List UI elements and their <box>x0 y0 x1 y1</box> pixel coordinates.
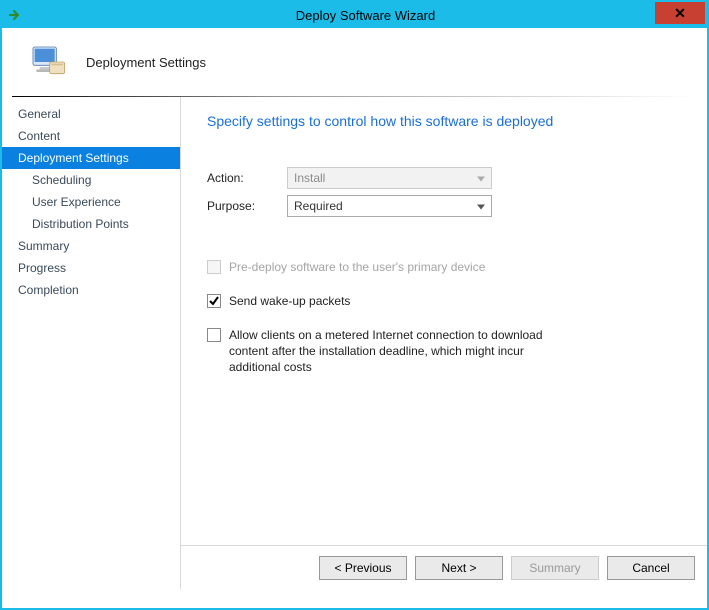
sidebar-item-deployment-settings[interactable]: Deployment Settings <box>2 147 180 169</box>
action-value: Install <box>294 171 325 185</box>
metered-checkbox[interactable] <box>207 328 221 342</box>
window-title: Deploy Software Wizard <box>24 8 707 23</box>
close-icon: ✕ <box>674 5 686 22</box>
computer-icon <box>28 42 68 82</box>
wizard-sidebar: GeneralContentDeployment SettingsSchedul… <box>2 97 180 589</box>
sidebar-item-summary[interactable]: Summary <box>2 235 180 257</box>
summary-button: Summary <box>511 556 599 580</box>
main-panel: Specify settings to control how this sof… <box>180 97 707 589</box>
wakeup-checkbox[interactable] <box>207 294 221 308</box>
purpose-dropdown[interactable]: Required <box>287 195 492 217</box>
sidebar-item-scheduling[interactable]: Scheduling <box>2 169 180 191</box>
purpose-label: Purpose: <box>207 199 287 213</box>
cancel-button[interactable]: Cancel <box>607 556 695 580</box>
metered-row: Allow clients on a metered Internet conn… <box>207 327 687 375</box>
action-label: Action: <box>207 171 287 185</box>
titlebar: Deploy Software Wizard ✕ <box>2 2 707 28</box>
action-dropdown: Install <box>287 167 492 189</box>
sidebar-item-distribution-points[interactable]: Distribution Points <box>2 213 180 235</box>
predeploy-row: Pre-deploy software to the user's primar… <box>207 259 687 275</box>
metered-label: Allow clients on a metered Internet conn… <box>229 327 569 375</box>
wakeup-row: Send wake-up packets <box>207 293 687 309</box>
wizard-arrow-icon <box>8 7 24 23</box>
page-title: Specify settings to control how this sof… <box>207 113 687 129</box>
purpose-row: Purpose: Required <box>207 195 687 217</box>
wakeup-label: Send wake-up packets <box>229 293 350 309</box>
header-title: Deployment Settings <box>86 55 206 70</box>
action-row: Action: Install <box>207 167 687 189</box>
sidebar-item-content[interactable]: Content <box>2 125 180 147</box>
wizard-header: Deployment Settings <box>2 28 707 96</box>
button-bar: < Previous Next > Summary Cancel <box>181 545 707 589</box>
next-button[interactable]: Next > <box>415 556 503 580</box>
sidebar-item-general[interactable]: General <box>2 103 180 125</box>
close-button[interactable]: ✕ <box>655 2 705 24</box>
previous-button[interactable]: < Previous <box>319 556 407 580</box>
checkbox-group: Pre-deploy software to the user's primar… <box>207 259 687 375</box>
content-area: GeneralContentDeployment SettingsSchedul… <box>2 97 707 589</box>
sidebar-item-completion[interactable]: Completion <box>2 279 180 301</box>
predeploy-checkbox <box>207 260 221 274</box>
purpose-value: Required <box>294 199 343 213</box>
predeploy-label: Pre-deploy software to the user's primar… <box>229 259 485 275</box>
sidebar-item-progress[interactable]: Progress <box>2 257 180 279</box>
sidebar-item-user-experience[interactable]: User Experience <box>2 191 180 213</box>
